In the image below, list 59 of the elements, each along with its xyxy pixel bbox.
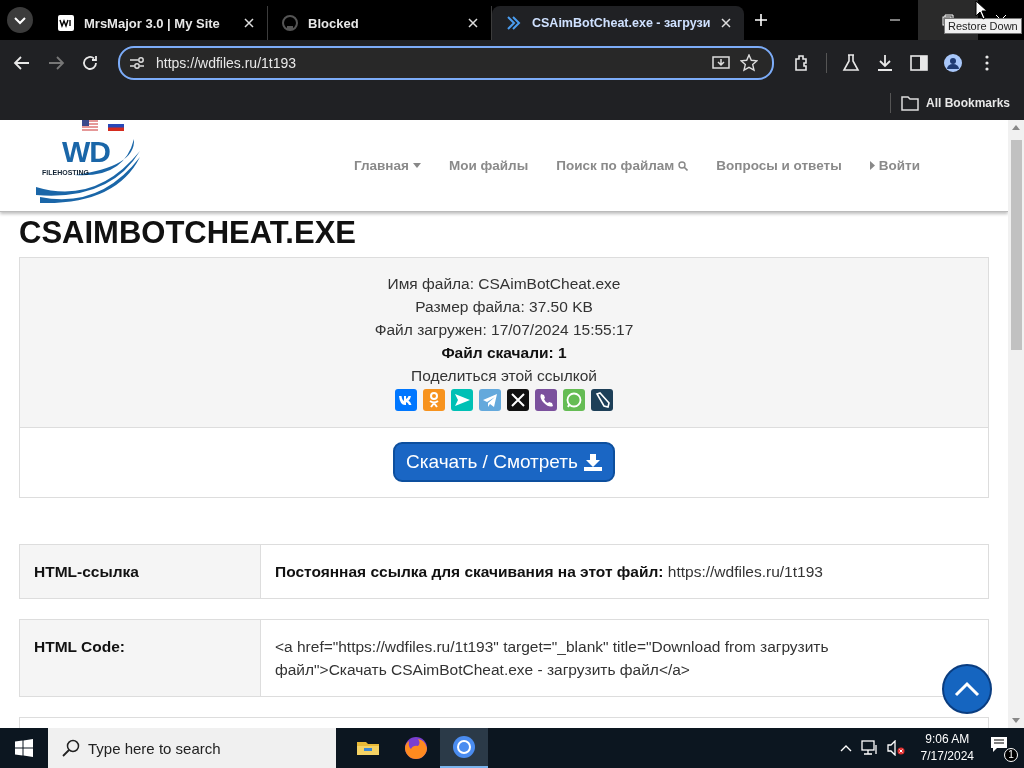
folder-icon xyxy=(900,94,919,111)
tooltip: Restore Down xyxy=(944,18,1022,34)
download-icon[interactable] xyxy=(875,52,895,73)
caret-icon xyxy=(412,163,421,168)
file-info-text: Файл загружен: 17/07/2024 15:55:17 xyxy=(374,320,634,340)
close-tab-icon[interactable] xyxy=(467,17,479,29)
browser-tab[interactable]: CSAimBotCheat.exe - загрузи xyxy=(492,6,745,40)
taskbar-app[interactable] xyxy=(440,728,488,768)
scrollbar-thumb[interactable] xyxy=(1010,140,1022,350)
page-title: CSAIMBOTCHEAT.EXE xyxy=(19,214,357,252)
bookmark-star-icon[interactable] xyxy=(740,53,758,72)
windows-start-icon[interactable] xyxy=(15,739,33,757)
caret-icon xyxy=(869,161,875,170)
bookmarks-folder[interactable]: All Bookmarks xyxy=(900,94,1010,111)
telegram-share-icon[interactable] xyxy=(479,389,501,411)
network-icon[interactable] xyxy=(860,740,879,756)
scroll-down-icon[interactable] xyxy=(1012,718,1020,724)
logo-favicon-icon xyxy=(58,15,74,31)
side-panel-icon[interactable] xyxy=(909,52,929,73)
file-info-text: Имя файла: CSAimBotCheat.exe xyxy=(387,274,621,294)
tab-search-icon[interactable] xyxy=(6,6,34,34)
scroll-to-top-button[interactable] xyxy=(942,664,992,714)
download-icon xyxy=(583,453,602,471)
vk-share-icon[interactable] xyxy=(395,389,417,411)
url-text: https://wdfiles.ru/1t193 xyxy=(156,54,297,71)
circle-favicon-icon xyxy=(282,15,298,31)
flag-icon[interactable] xyxy=(82,120,98,131)
speaker-muted-icon[interactable] xyxy=(886,740,905,756)
profile-avatar-icon[interactable] xyxy=(943,52,963,73)
search-icon xyxy=(62,739,80,757)
table-cell: HTML Code: xyxy=(20,620,261,696)
scroll-up-icon[interactable] xyxy=(1012,124,1020,130)
close-tab-icon[interactable] xyxy=(243,17,255,29)
scrollbar[interactable] xyxy=(1008,120,1024,728)
browser-logo-icon xyxy=(450,733,478,761)
new-tab-icon[interactable] xyxy=(754,13,769,27)
clock[interactable]: 9:06 AM 7/17/2024 xyxy=(920,731,974,765)
message-icon xyxy=(990,736,1010,754)
download-button[interactable]: Скачать / Смотреть xyxy=(393,442,615,482)
viber-share-icon[interactable] xyxy=(535,389,557,411)
x-share-icon[interactable] xyxy=(507,389,529,411)
livejournal-share-icon[interactable] xyxy=(591,389,613,411)
chevron-up-icon xyxy=(954,681,980,697)
address-bar[interactable]: https://wdfiles.ru/1t193 xyxy=(118,45,774,80)
fox-globe-icon xyxy=(402,734,430,762)
table-cell: HTML-ссылка xyxy=(20,545,261,598)
share-label: Поделиться этой ссылкой xyxy=(411,366,597,386)
browser-tab[interactable]: MrsMajor 3.0 | My Site xyxy=(44,6,268,40)
flag-icon[interactable] xyxy=(108,120,124,131)
taskbar-search-field[interactable]: Type here to search xyxy=(48,728,336,768)
file-info-text: Файл скачали: 1 xyxy=(441,343,567,363)
chevron-favicon-icon xyxy=(506,15,522,31)
file-info-text: Размер файла: 37.50 KB xyxy=(415,297,593,317)
table-cell-text: <a href="https://wdfiles.ru/1t193" target="_blank" title="Download from загрузить файл">Скачать CSAimBotCheat.exe - загрузить файл</a> xyxy=(274,637,830,680)
table-cell-text: Постоянная ссылка для скачивания на этот файл: https://wdfiles.ru/1t193 xyxy=(274,562,824,582)
install-app-icon[interactable] xyxy=(712,53,730,72)
flask-icon[interactable] xyxy=(841,52,861,73)
close-tab-icon[interactable] xyxy=(720,17,733,29)
search-icon xyxy=(678,160,689,171)
